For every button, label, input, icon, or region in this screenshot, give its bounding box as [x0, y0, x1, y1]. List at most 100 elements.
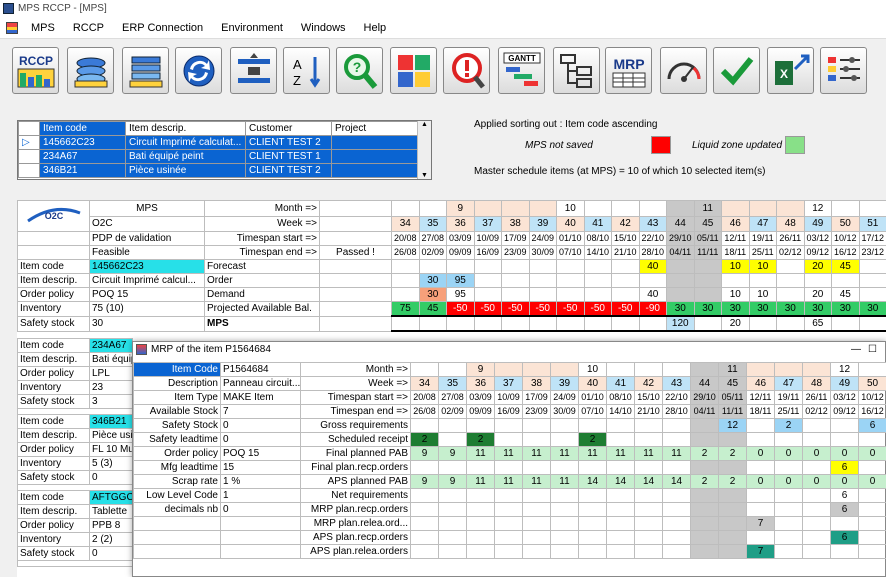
- mrp-header-cell: [494, 362, 523, 377]
- attr-value[interactable]: 346B21: [89, 414, 133, 429]
- month-cell: [666, 200, 695, 217]
- sort-az-button[interactable]: AZ: [283, 47, 330, 94]
- week-cell[interactable]: 51: [858, 215, 886, 232]
- alert-button[interactable]: [443, 47, 490, 94]
- mpsrow-cell[interactable]: [446, 315, 475, 332]
- menu-mps[interactable]: MPS: [22, 17, 64, 39]
- week-cell[interactable]: 39: [528, 215, 557, 232]
- mrp-window-titlebar[interactable]: MRP of the item P1564684 — ☐: [133, 342, 885, 357]
- merge-split-button[interactable]: [230, 47, 277, 94]
- mpsrow-cell[interactable]: [638, 315, 667, 332]
- maximize-icon[interactable]: ☐: [868, 342, 877, 357]
- list-item[interactable]: ▷ 145662C23 Circuit Imprimé calculat... CLI…: [18, 135, 419, 150]
- mpsrow-cell[interactable]: [583, 315, 612, 332]
- mrp-button[interactable]: MRP: [605, 47, 652, 94]
- mpsrow-cell[interactable]: [693, 315, 722, 332]
- stack-layers-2-icon: [129, 56, 162, 87]
- week-cell[interactable]: 43: [638, 215, 667, 232]
- menu-windows[interactable]: Windows: [292, 17, 355, 39]
- mpsrow-cell[interactable]: [748, 315, 777, 332]
- mrp-cell: [550, 460, 579, 475]
- forecast-cell: [583, 259, 612, 274]
- attr-value: 0: [89, 470, 133, 485]
- mrp-cell: 11: [662, 446, 691, 461]
- spacer: [319, 231, 392, 246]
- week-cell[interactable]: 42: [611, 215, 640, 232]
- mpsrow-cell[interactable]: [611, 315, 640, 332]
- mps-title: MPS: [89, 200, 205, 217]
- mrp-header-cell: 39: [550, 376, 579, 391]
- menu-rccp[interactable]: RCCP: [64, 17, 113, 39]
- menu-environment[interactable]: Environment: [212, 17, 292, 39]
- item-list-scrollbar[interactable]: ▲ ▼: [417, 121, 431, 179]
- order-cell: [858, 273, 886, 288]
- mrp-header-cell: [774, 362, 803, 377]
- forecast-cell: [693, 259, 722, 274]
- mdi-app-icon[interactable]: [6, 21, 18, 34]
- minimize-icon[interactable]: —: [851, 342, 861, 357]
- mpsrow-cell[interactable]: [831, 315, 860, 332]
- list-item[interactable]: 346B21 Pièce usinée CLIENT TEST 2: [18, 163, 419, 178]
- attr-value: Pièce usi: [89, 428, 133, 443]
- mpsrow-cell[interactable]: [501, 315, 530, 332]
- col-customer[interactable]: Customer: [245, 121, 332, 136]
- mpsrow-cell[interactable]: 20: [721, 315, 750, 332]
- mpsrow-cell[interactable]: [776, 315, 805, 332]
- menu-help[interactable]: Help: [355, 17, 396, 39]
- mpsrow-cell[interactable]: [858, 315, 886, 332]
- col-project[interactable]: Project: [331, 121, 419, 136]
- mrp-cell: 2: [718, 446, 747, 461]
- gantt-button[interactable]: GANTT: [498, 47, 545, 94]
- item-list[interactable]: Item code Item descrip. Customer Project…: [17, 120, 432, 180]
- col-item-code[interactable]: Item code: [39, 121, 126, 136]
- settings-button[interactable]: [820, 47, 867, 94]
- week-cell[interactable]: 34: [391, 215, 420, 232]
- puzzle-button[interactable]: [390, 47, 437, 94]
- week-cell[interactable]: 49: [803, 215, 832, 232]
- attr-value[interactable]: 145662C23: [89, 259, 205, 274]
- stack-layers-2-button[interactable]: [122, 47, 169, 94]
- search-button[interactable]: ?: [336, 47, 383, 94]
- week-cell[interactable]: 40: [556, 215, 585, 232]
- menu-erp-connection[interactable]: ERP Connection: [113, 17, 212, 39]
- mpsrow-cell[interactable]: [556, 315, 585, 332]
- week-cell[interactable]: 41: [583, 215, 612, 232]
- mpsrow-cell[interactable]: [528, 315, 557, 332]
- month-cell: [831, 200, 860, 217]
- start-cell: 26/11: [776, 231, 805, 246]
- mpsrow-cell[interactable]: [391, 315, 420, 332]
- mrp-cell: 11: [466, 446, 495, 461]
- tree-button[interactable]: [553, 47, 600, 94]
- mrp-cell: [550, 502, 579, 517]
- gauge-button[interactable]: [660, 47, 707, 94]
- week-cell[interactable]: 44: [666, 215, 695, 232]
- col-item-descrip[interactable]: Item descrip.: [125, 121, 246, 136]
- excel-export-button[interactable]: X: [767, 47, 814, 94]
- mps-grid: O2C MPS Month => 9 10 11 12 O2C Week => 34 35 36 37 3…: [17, 200, 886, 332]
- rccp-button[interactable]: RCCP: [12, 47, 59, 94]
- pab-cell: 30: [803, 301, 832, 317]
- week-cell[interactable]: 50: [831, 215, 860, 232]
- week-cell[interactable]: 48: [776, 215, 805, 232]
- week-cell[interactable]: 46: [721, 215, 750, 232]
- check-button[interactable]: [713, 47, 760, 94]
- week-cell[interactable]: 38: [501, 215, 530, 232]
- mpsrow-cell[interactable]: [418, 315, 447, 332]
- mpsrow-cell[interactable]: 65: [803, 315, 832, 332]
- demand-cell: [858, 287, 886, 302]
- week-cell[interactable]: 47: [748, 215, 777, 232]
- week-cell[interactable]: 45: [693, 215, 722, 232]
- attr-value[interactable]: 234A67: [89, 338, 133, 353]
- refresh-button[interactable]: [175, 47, 222, 94]
- week-cell[interactable]: 36: [446, 215, 475, 232]
- pab-cell: -50: [556, 301, 585, 317]
- list-item[interactable]: 234A67 Bati équipé peint CLIENT TEST 1: [18, 149, 419, 164]
- mpsrow-cell[interactable]: 120: [666, 315, 695, 332]
- stack-layers-button[interactable]: [67, 47, 114, 94]
- timespan-end-label: Timespan end =>: [204, 245, 320, 260]
- mrp-cell: [718, 530, 747, 545]
- week-cell[interactable]: 37: [473, 215, 502, 232]
- attr-value[interactable]: AFTGGC: [89, 490, 133, 505]
- week-cell[interactable]: 35: [418, 215, 447, 232]
- mpsrow-cell[interactable]: [473, 315, 502, 332]
